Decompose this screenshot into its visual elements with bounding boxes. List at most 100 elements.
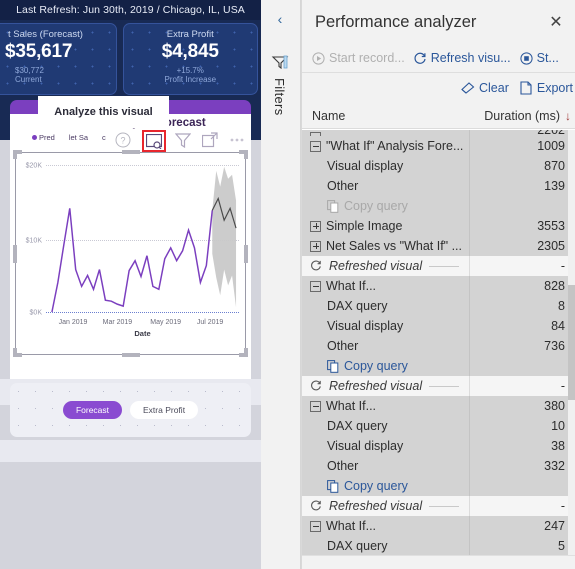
play-icon <box>312 51 325 65</box>
close-icon[interactable]: ✕ <box>545 11 567 33</box>
kpi-card-net-sales-forecast[interactable]: t Sales (Forecast) $35,617 $30,772 Curre… <box>0 23 117 95</box>
filter-icon[interactable] <box>175 132 193 150</box>
scrollbar-thumb[interactable] <box>568 285 575 400</box>
stop-button[interactable]: St... <box>520 51 559 65</box>
resize-handle-br2[interactable] <box>244 348 248 357</box>
expand-toggle[interactable] <box>310 220 321 232</box>
kpi-title: Extra Profit <box>166 29 214 40</box>
table-row-child[interactable]: Visual display 38 <box>302 436 575 456</box>
column-header-duration[interactable]: Duration (ms) ↓ <box>469 109 575 123</box>
x-tick-label: Mar 2019 <box>102 319 133 326</box>
clear-button[interactable]: Clear <box>461 81 509 95</box>
row-rule <box>429 265 459 267</box>
table-row-group[interactable]: Net Sales vs "What If" ... 2305 <box>302 236 575 256</box>
row-duration: 332 <box>469 456 575 476</box>
column-header-name[interactable]: Name <box>302 109 469 123</box>
row-name-cell: Other <box>302 459 469 473</box>
collapse-toggle[interactable] <box>310 400 321 412</box>
y-tick-label: $20K <box>25 162 42 170</box>
line-chart-visual[interactable]: "What If" Analysis Forecast Pred let Sa … <box>10 114 251 379</box>
table-row-child[interactable]: DAX query 5 <box>302 536 575 555</box>
chart-plot-area[interactable]: $20K $10K $0K Jan 2019 Mar 2019 May 2019… <box>13 150 248 357</box>
resize-handle-ml[interactable] <box>13 244 17 263</box>
table-header: Name Duration (ms) ↓ <box>302 103 575 129</box>
stop-label: St... <box>536 51 559 65</box>
copy-query-link[interactable]: Copy query <box>302 196 575 216</box>
column-header-duration-label: Duration (ms) <box>484 108 560 123</box>
kpi-title: t Sales (Forecast) <box>8 29 83 40</box>
expand-filters-chevron-icon[interactable]: ‹ <box>272 11 288 27</box>
row-label: What If... <box>326 399 377 413</box>
performance-table-body[interactable]: 2202"What If" Analysis Fore...1009Visual… <box>302 129 575 555</box>
resize-handle-bl2[interactable] <box>13 348 17 357</box>
table-row-refreshed-visual[interactable]: Refreshed visual - <box>302 376 575 396</box>
row-name-cell: Refreshed visual <box>302 499 469 513</box>
legend-item: c <box>102 133 106 142</box>
analyze-this-visual-icon[interactable] <box>142 130 166 152</box>
row-name-cell: Other <box>302 179 469 193</box>
filters-pane-collapsed[interactable]: ‹ Filters <box>261 0 301 569</box>
kpi-card-extra-profit[interactable]: Extra Profit $4,845 +15.7% Profit Increa… <box>122 23 258 95</box>
row-label: Visual display <box>327 439 404 453</box>
report-canvas[interactable]: Last Refresh: Jun 30th, 2019 / Chicago, … <box>0 0 261 569</box>
help-icon[interactable]: ? <box>115 132 133 150</box>
row-name-cell: DAX query <box>302 539 469 553</box>
table-row-group[interactable]: What If... 247 <box>302 516 575 536</box>
copy-query-link[interactable]: Copy query <box>302 356 575 376</box>
table-row-child[interactable]: Other 139 <box>302 176 575 196</box>
table-row-child[interactable]: Visual display 84 <box>302 316 575 336</box>
resize-handle-tl2[interactable] <box>13 150 17 159</box>
slicer-option-extra-profit[interactable]: Extra Profit <box>130 401 199 419</box>
table-row-child[interactable]: DAX query 10 <box>302 416 575 436</box>
table-row-refreshed-visual[interactable]: Refreshed visual - <box>302 256 575 276</box>
row-duration: 5 <box>469 536 575 555</box>
row-name-cell: Simple Image <box>302 219 469 233</box>
chart-plot: $20K $10K $0K Jan 2019 Mar 2019 May 2019… <box>26 159 239 338</box>
table-row-group[interactable]: Simple Image 3553 <box>302 216 575 236</box>
table-row-group[interactable]: What If... 380 <box>302 396 575 416</box>
table-row-child[interactable]: Other 736 <box>302 336 575 356</box>
vertical-scrollbar[interactable] <box>568 130 575 555</box>
resize-handle-tr2[interactable] <box>244 150 248 159</box>
row-label: Other <box>327 459 359 473</box>
row-name-cell: What If... <box>302 279 469 293</box>
refresh-spinner-icon <box>311 260 321 271</box>
more-options-icon[interactable] <box>229 132 247 150</box>
table-row-group[interactable]: What If... 828 <box>302 276 575 296</box>
export-icon <box>520 81 532 95</box>
copy-query-link[interactable]: Copy query <box>302 476 575 496</box>
export-label: Export <box>536 81 573 95</box>
table-row-child[interactable]: DAX query 8 <box>302 296 575 316</box>
eraser-icon <box>461 81 475 94</box>
row-duration: 139 <box>469 176 575 196</box>
slicer-option-forecast[interactable]: Forecast <box>62 401 123 419</box>
table-row-child[interactable]: Other 332 <box>302 456 575 476</box>
filter-icon[interactable] <box>271 54 289 75</box>
pane-toolbar: Start record... Refresh visu... St... <box>302 44 575 72</box>
refresh-visuals-button[interactable]: Refresh visu... <box>414 51 511 65</box>
row-duration: 1009 <box>469 136 575 156</box>
page-title: Performance analyzer <box>315 12 477 31</box>
collapse-toggle[interactable] <box>310 140 321 152</box>
table-row-refreshed-visual[interactable]: Refreshed visual - <box>302 496 575 516</box>
table-row-group[interactable]: "What If" Analysis Fore... 1009 <box>302 136 575 156</box>
confidence-band <box>212 166 237 308</box>
refresh-visuals-label: Refresh visu... <box>430 51 511 65</box>
expand-toggle[interactable] <box>310 240 321 252</box>
export-button[interactable]: Export <box>520 81 573 95</box>
row-duration: 2305 <box>469 236 575 256</box>
resize-handle-tc[interactable] <box>121 150 140 154</box>
sort-descending-icon[interactable]: ↓ <box>565 109 571 123</box>
collapse-toggle[interactable] <box>310 520 321 532</box>
row-duration <box>469 196 575 216</box>
collapse-toggle[interactable] <box>310 280 321 292</box>
x-tick-label: Jul 2019 <box>196 319 224 326</box>
focus-mode-icon[interactable] <box>202 132 220 150</box>
resize-handle-mr[interactable] <box>244 244 248 263</box>
table-row-child[interactable]: Visual display 870 <box>302 156 575 176</box>
row-label: Other <box>327 179 359 193</box>
x-axis-title: Date <box>134 329 151 338</box>
resize-handle-bc[interactable] <box>121 353 140 357</box>
slicer-row[interactable]: Forecast Extra Profit <box>10 383 251 437</box>
start-recording-button[interactable]: Start record... <box>312 51 405 65</box>
